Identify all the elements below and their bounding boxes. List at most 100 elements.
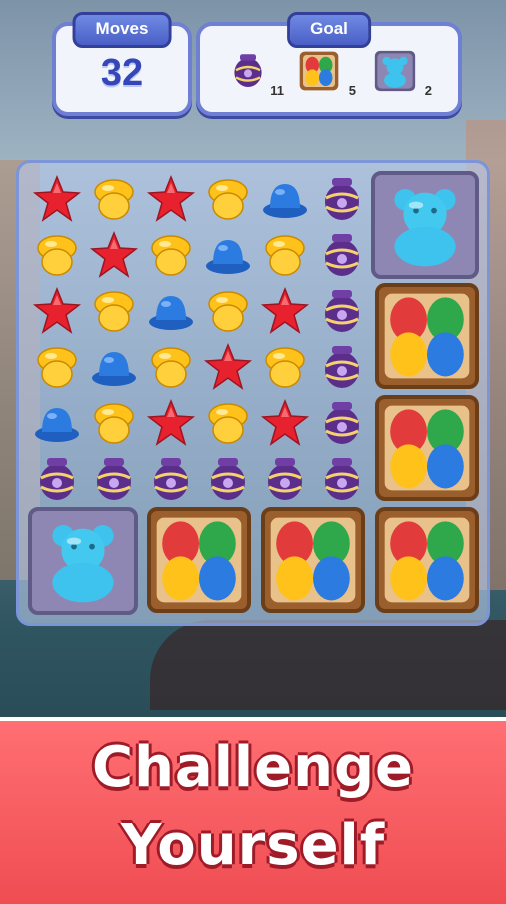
board-tile-hat[interactable] [200,227,255,282]
board-tile-star[interactable] [29,171,84,226]
banner-line-2: Yourself [120,813,386,878]
board-tile-acorn[interactable] [29,227,84,282]
hat-icon [262,183,307,218]
board-tile-hat[interactable] [86,339,141,394]
vase-icon [267,457,302,500]
board-tile-acorn[interactable] [86,283,141,338]
moves-panel: Moves 32 [52,12,192,116]
acorn-icon [264,234,305,276]
board-tile-acorn[interactable] [257,339,312,394]
egg-crate-blocker [375,507,479,613]
acorn-icon [36,234,77,276]
star-icon [260,286,309,334]
acorn-icon [150,346,191,388]
egg-crate-blocker [375,395,479,501]
hat-icon [205,239,250,274]
egg-crate-icon [299,51,339,91]
board-tile-vase[interactable] [314,395,369,450]
board-tile-star[interactable] [86,227,141,282]
board-tile-star[interactable] [257,283,312,338]
egg-crate-icon [270,517,356,603]
vase-icon [324,177,359,220]
goal-panel: Goal 11 5 2 [196,12,462,116]
star-icon [146,174,195,222]
board-tile-acorn[interactable] [86,171,141,226]
vase-icon [324,401,359,444]
promo-banner: Challenge Yourself [0,717,506,904]
board-tile-vase[interactable] [29,451,84,506]
acorn-icon [207,290,248,332]
board-tile-vase[interactable] [314,227,369,282]
goal-vase-count: 11 [270,83,284,98]
game-board [16,160,490,626]
board-tile-acorn[interactable] [143,227,198,282]
vase-icon [96,457,131,500]
egg-crate-icon [384,293,470,379]
goal-egg-crate: 5 [298,50,356,98]
board-tile-hat[interactable] [257,171,312,226]
star-icon [89,230,138,278]
goal-label: Goal [287,12,371,48]
board-tile-vase[interactable] [314,171,369,226]
board-tile-acorn[interactable] [29,339,84,394]
hat-icon [34,407,79,442]
vase-icon [39,457,74,500]
board-tile-vase[interactable] [200,451,255,506]
board-tile-star[interactable] [143,171,198,226]
star-icon [146,398,195,446]
egg-crate-icon [156,517,242,603]
board-tile-vase[interactable] [314,339,369,394]
board-tile-acorn[interactable] [86,395,141,450]
vase-icon [210,457,245,500]
acorn-icon [93,178,134,220]
jelly-bear-blocker [371,171,479,279]
board-tile-vase[interactable] [314,451,369,506]
board-tile-vase[interactable] [314,283,369,338]
goal-jelly-bear: 2 [374,50,432,98]
board-tile-star[interactable] [29,283,84,338]
acorn-icon [93,402,134,444]
board-tile-acorn[interactable] [200,395,255,450]
egg-crate-blocker [147,507,251,613]
egg-crate-icon [384,517,470,603]
jelly-bear-blocker [28,507,138,615]
hat-icon [91,351,136,386]
moves-counter: 32 [100,52,144,94]
board-tile-vase[interactable] [86,451,141,506]
star-icon [32,286,81,334]
acorn-icon [207,178,248,220]
board-tile-acorn[interactable] [200,171,255,226]
board-tile-vase[interactable] [143,451,198,506]
jelly-bear-icon [52,525,114,603]
board-tile-vase[interactable] [257,451,312,506]
egg-crate-blocker [261,507,365,613]
board-tile-acorn[interactable] [200,283,255,338]
board-tile-star[interactable] [200,339,255,394]
board-tile-acorn[interactable] [143,339,198,394]
board-tile-star[interactable] [143,395,198,450]
goal-jelly-bear-count: 2 [424,83,432,98]
moves-label: Moves [72,12,172,48]
vase-icon [324,345,359,388]
hat-icon [148,295,193,330]
acorn-icon [150,234,191,276]
goal-vase: 11 [228,50,284,98]
star-icon [32,174,81,222]
vase-icon [153,457,188,500]
jelly-bear-icon [394,189,456,267]
vase-icon [324,233,359,276]
vase-icon [324,457,359,500]
board-tile-hat[interactable] [143,283,198,338]
vase-icon [324,289,359,332]
background-gondola [150,620,506,710]
banner-line-1: Challenge [91,735,415,800]
board-tile-star[interactable] [257,395,312,450]
board-tile-hat[interactable] [29,395,84,450]
acorn-icon [207,402,248,444]
star-icon [203,342,252,390]
vase-icon [234,54,262,87]
star-icon [260,398,309,446]
acorn-icon [264,346,305,388]
acorn-icon [93,290,134,332]
board-tile-acorn[interactable] [257,227,312,282]
